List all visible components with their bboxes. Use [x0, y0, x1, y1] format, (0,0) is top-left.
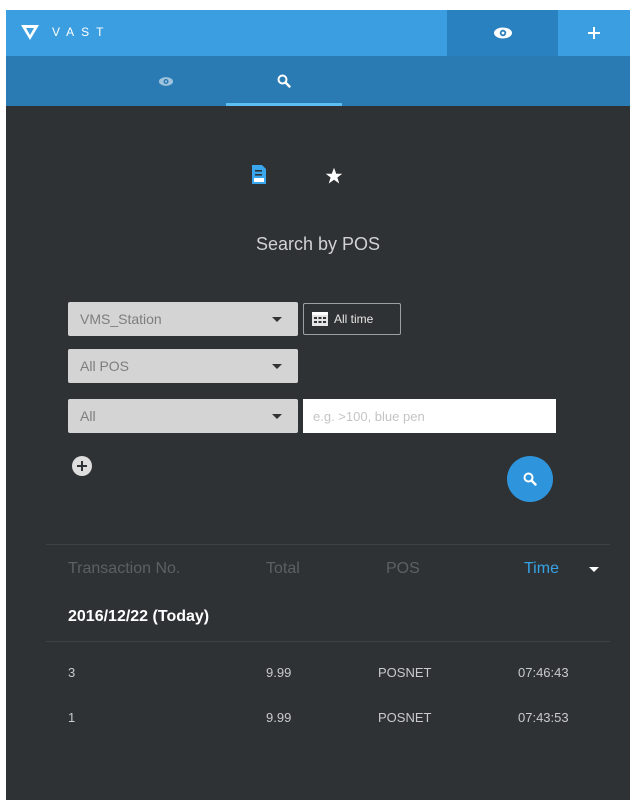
- cell-transaction-no: 3: [68, 665, 76, 680]
- search-button[interactable]: [507, 456, 553, 502]
- star-icon[interactable]: [325, 167, 343, 185]
- chevron-down-icon: [272, 414, 282, 419]
- field-select-value: All: [80, 408, 96, 424]
- keyword-search-input[interactable]: [303, 399, 556, 433]
- group-divider: [46, 641, 610, 642]
- top-bar: VAST: [6, 10, 630, 56]
- pos-receipt-icon[interactable]: [251, 165, 267, 185]
- cell-total: 9.99: [266, 710, 292, 725]
- chevron-down-icon: [272, 364, 282, 369]
- cell-pos: POSNET: [378, 710, 432, 725]
- tab-view[interactable]: [106, 56, 226, 106]
- cell-time: 07:46:43: [518, 665, 569, 680]
- column-header-time[interactable]: Time: [524, 560, 559, 578]
- field-select[interactable]: All: [68, 399, 298, 433]
- pos-select[interactable]: All POS: [68, 349, 298, 383]
- active-tab-indicator: [226, 103, 342, 106]
- chevron-down-icon: [272, 317, 282, 322]
- search-icon: [277, 74, 291, 88]
- search-icon: [523, 472, 537, 486]
- column-header-total[interactable]: Total: [266, 560, 300, 578]
- add-condition-button[interactable]: [72, 456, 92, 476]
- tab-live-view[interactable]: [447, 10, 558, 56]
- sub-tab-bar: [6, 56, 630, 106]
- time-range-label: All time: [334, 312, 374, 326]
- column-header-pos[interactable]: POS: [386, 560, 420, 578]
- add-tab-button[interactable]: [558, 10, 630, 56]
- time-range-button[interactable]: All time: [303, 303, 401, 335]
- sort-desc-icon[interactable]: [589, 567, 599, 572]
- calendar-icon: [312, 312, 328, 326]
- tab-search[interactable]: [226, 56, 342, 106]
- app-window: VAST Search by POS VMS_Station All time …: [6, 10, 630, 800]
- plus-icon: [77, 461, 87, 471]
- cell-pos: POSNET: [378, 665, 432, 680]
- vast-logo-icon: [21, 25, 39, 40]
- station-select[interactable]: VMS_Station: [68, 302, 298, 336]
- cell-transaction-no: 1: [68, 710, 76, 725]
- pos-select-value: All POS: [80, 358, 130, 374]
- page-title: Search by POS: [255, 234, 381, 254]
- table-top-divider: [46, 544, 610, 545]
- date-group-header: 2016/12/22 (Today): [68, 608, 210, 625]
- column-header-transaction-no[interactable]: Transaction No.: [68, 560, 180, 578]
- eye-icon: [493, 27, 512, 39]
- eye-icon: [158, 76, 174, 86]
- plus-icon: [588, 27, 600, 39]
- brand-name: VAST: [52, 25, 111, 39]
- station-select-value: VMS_Station: [80, 311, 162, 327]
- cell-time: 07:43:53: [518, 710, 569, 725]
- cell-total: 9.99: [266, 665, 292, 680]
